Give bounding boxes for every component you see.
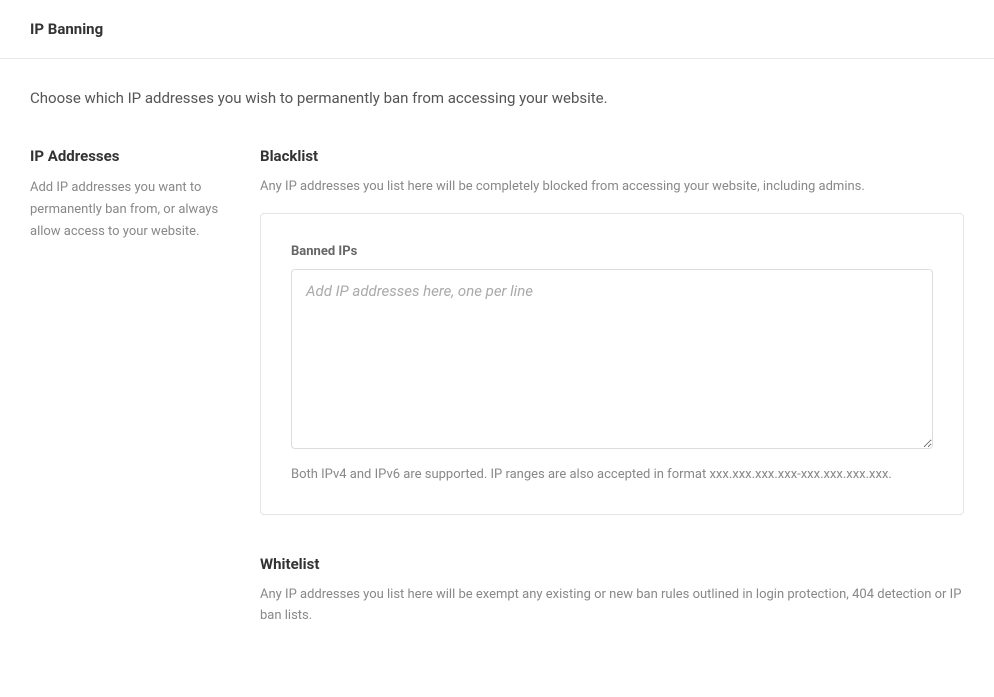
banned-ips-help: Both IPv4 and IPv6 are supported. IP ran… — [291, 465, 933, 485]
sidebar-title: IP Addresses — [30, 147, 240, 165]
banned-ips-label: Banned IPs — [291, 244, 933, 259]
sidebar: IP Addresses Add IP addresses you want t… — [30, 147, 260, 667]
whitelist-section: Whitelist Any IP addresses you list here… — [260, 555, 964, 627]
page-title: IP Banning — [30, 20, 964, 38]
whitelist-description: Any IP addresses you list here will be e… — [260, 585, 964, 627]
blacklist-card: Banned IPs Both IPv4 and IPv6 are suppor… — [260, 213, 964, 516]
blacklist-section: Blacklist Any IP addresses you list here… — [260, 147, 964, 515]
whitelist-title: Whitelist — [260, 555, 964, 573]
main-content: Blacklist Any IP addresses you list here… — [260, 147, 964, 667]
layout-row: IP Addresses Add IP addresses you want t… — [30, 147, 964, 667]
intro-text: Choose which IP addresses you wish to pe… — [30, 89, 964, 107]
blacklist-title: Blacklist — [260, 147, 964, 165]
blacklist-description: Any IP addresses you list here will be c… — [260, 177, 964, 198]
sidebar-description: Add IP addresses you want to permanently… — [30, 177, 240, 243]
page-header: IP Banning — [0, 0, 994, 59]
page-content: Choose which IP addresses you wish to pe… — [0, 59, 994, 697]
banned-ips-input[interactable] — [291, 269, 933, 449]
